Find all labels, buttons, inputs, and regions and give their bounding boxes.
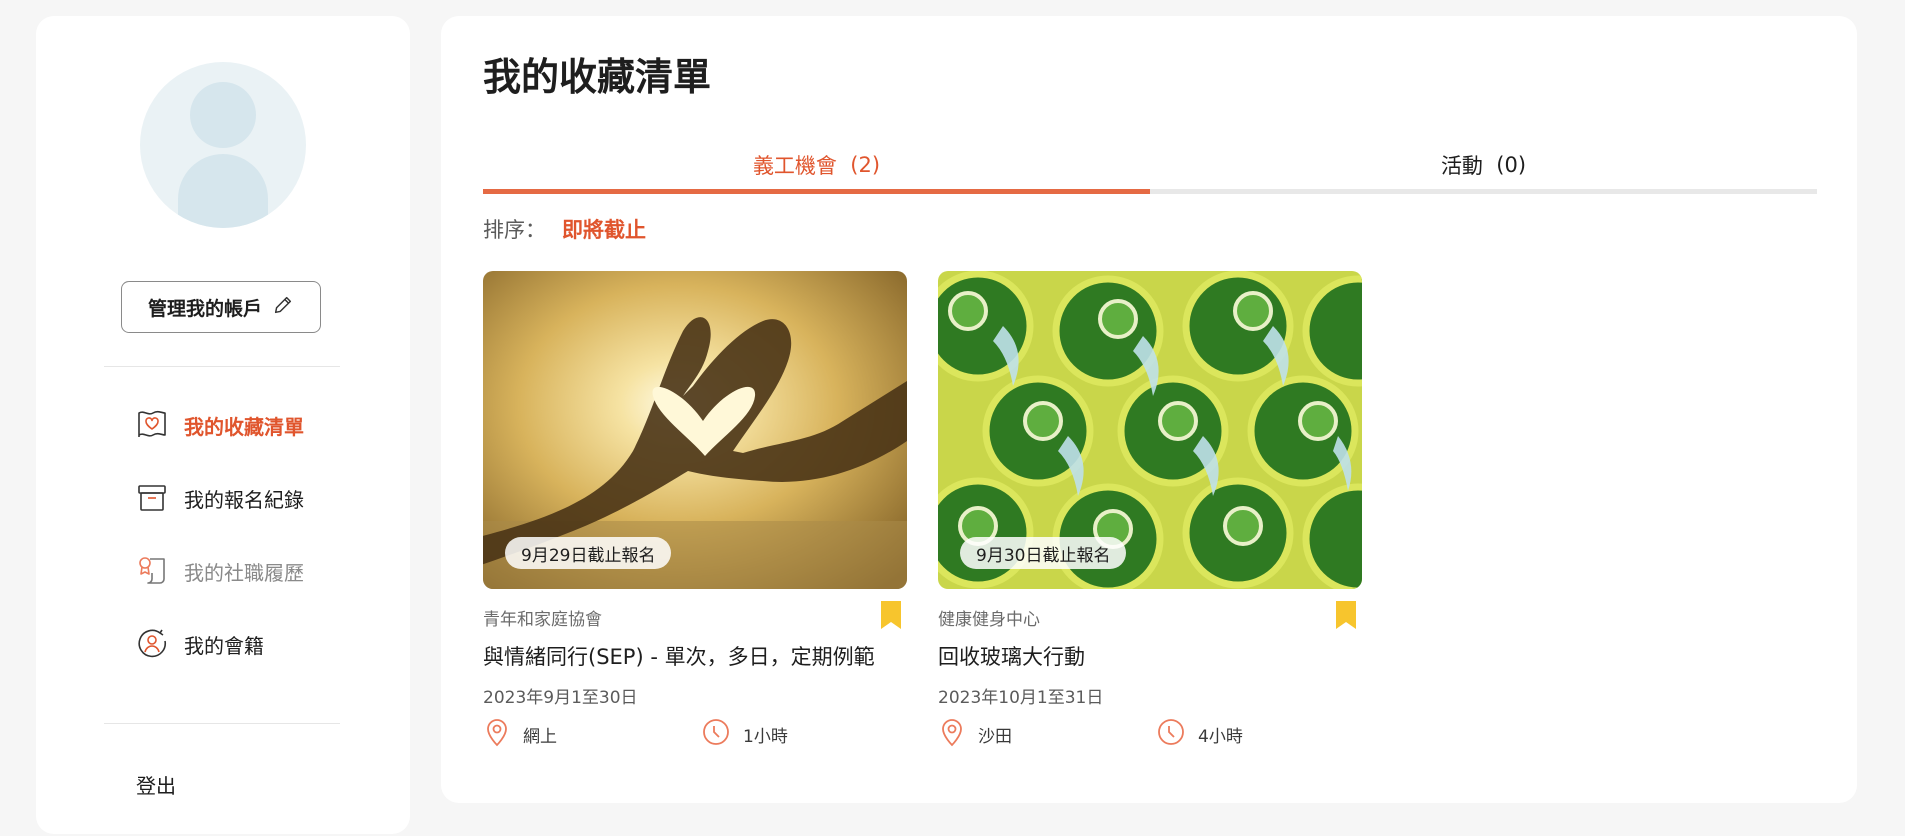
card-image-glass-bottles[interactable]: 9月30日截止報名 (938, 271, 1362, 589)
pencil-icon (272, 294, 294, 321)
tab-count: (2) (850, 153, 881, 177)
certificate-scroll-icon (134, 553, 170, 589)
main-panel: 我的收藏清單 義工機會 (2) 活動 (0) 排序： 即將截止 9月29日截止報… (441, 16, 1857, 803)
duration-meta: 1小時 (701, 717, 788, 752)
sort-label: 排序： (483, 218, 546, 242)
sort-control: 排序： 即將截止 (483, 214, 646, 244)
sidebar-divider (104, 723, 340, 724)
card-title[interactable]: 回收玻璃大行動 (938, 641, 1085, 671)
clock-icon (1156, 717, 1186, 752)
location-pin-icon (483, 717, 511, 752)
sidebar-item-label: 我的報名紀錄 (184, 487, 304, 512)
opportunity-card[interactable]: 9月30日截止報名 健康健身中心 回收玻璃大行動 2023年10月1至31日 沙… (938, 271, 1362, 771)
tab-bar: 義工機會 (2) 活動 (0) (483, 138, 1817, 194)
sidebar-item-service-history[interactable]: 我的社職履歷 (134, 551, 304, 591)
location-text: 沙田 (978, 727, 1012, 747)
duration-text: 4小時 (1198, 727, 1243, 747)
logout-link[interactable]: 登出 (136, 770, 176, 799)
card-dates: 2023年9月1至30日 (483, 688, 638, 708)
tab-volunteer[interactable]: 義工機會 (2) (483, 138, 1150, 192)
tab-label: 活動 (1440, 154, 1483, 178)
bookmark-icon[interactable] (1334, 599, 1358, 635)
duration-text: 1小時 (743, 727, 788, 747)
tab-label: 義工機會 (752, 154, 837, 178)
archive-box-icon (134, 480, 170, 516)
avatar-head (190, 82, 256, 148)
location-meta: 沙田 (938, 717, 1012, 752)
sort-dropdown[interactable]: 即將截止 (562, 214, 646, 244)
sidebar-item-favorites[interactable]: 我的收藏清單 (134, 405, 304, 445)
deadline-badge: 9月29日截止報名 (505, 537, 672, 569)
sidebar-item-membership[interactable]: 我的會籍 (134, 624, 264, 664)
avatar-body (178, 154, 268, 228)
page-title: 我的收藏清單 (483, 55, 712, 99)
sidebar-item-label: 我的收藏清單 (184, 414, 304, 439)
manage-account-button[interactable]: 管理我的帳戶 (121, 281, 321, 333)
avatar (140, 62, 306, 228)
location-meta: 網上 (483, 717, 557, 752)
organization-name: 健康健身中心 (938, 610, 1040, 630)
card-dates: 2023年10月1至31日 (938, 688, 1104, 708)
location-text: 網上 (523, 727, 557, 747)
sidebar-item-label: 我的會籍 (184, 633, 264, 658)
manage-account-label: 管理我的帳戶 (147, 297, 262, 320)
card-image-heart-hands[interactable]: 9月29日截止報名 (483, 271, 907, 589)
clock-icon (701, 717, 731, 752)
sidebar-divider (104, 366, 340, 367)
location-pin-icon (938, 717, 966, 752)
tab-indicator-inactive (1150, 189, 1817, 194)
member-badge-icon (134, 626, 170, 662)
card-title[interactable]: 與情緒同行(SEP) - 單次，多日，定期例範 (483, 641, 875, 671)
deadline-badge: 9月30日截止報名 (960, 537, 1127, 569)
tab-indicator-active (483, 189, 1150, 194)
sidebar-item-label: 我的社職履歷 (184, 560, 304, 585)
duration-meta: 4小時 (1156, 717, 1243, 752)
tab-activities[interactable]: 活動 (0) (1150, 138, 1817, 192)
tab-count: (0) (1496, 153, 1527, 177)
opportunity-card[interactable]: 9月29日截止報名 青年和家庭協會 與情緒同行(SEP) - 單次，多日，定期例… (483, 271, 907, 771)
favorites-flag-icon (134, 407, 170, 443)
organization-name: 青年和家庭協會 (483, 610, 602, 630)
sidebar-item-registrations[interactable]: 我的報名紀錄 (134, 478, 304, 518)
bookmark-icon[interactable] (879, 599, 903, 635)
sidebar: 管理我的帳戶 我的收藏清單 我的報名紀錄 我的社職履歷 我的會籍 登出 (36, 16, 410, 834)
